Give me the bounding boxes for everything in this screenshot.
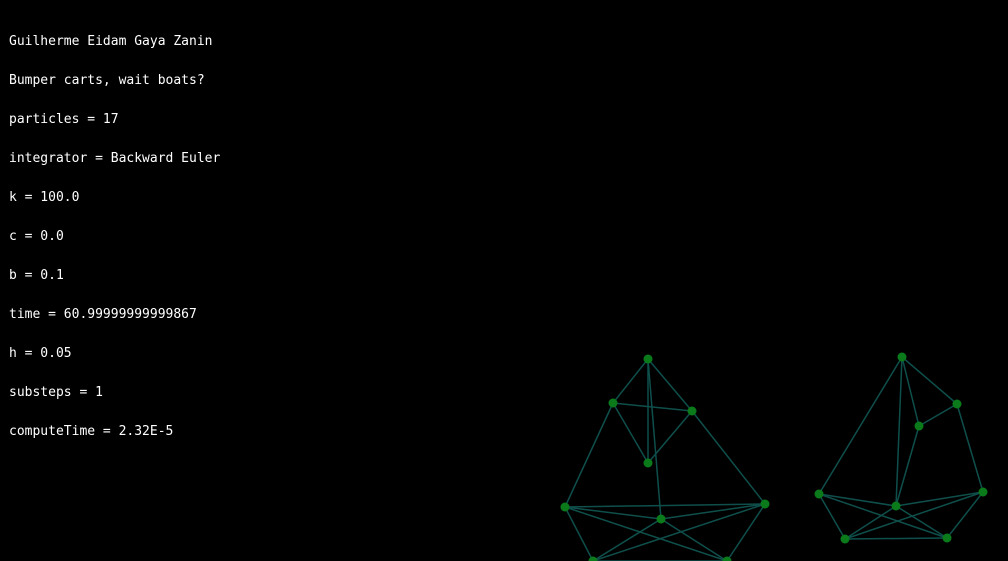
spring <box>818 493 846 540</box>
spring <box>901 356 920 427</box>
particle[interactable] <box>840 534 850 544</box>
particle[interactable] <box>897 352 907 362</box>
spring <box>691 410 766 505</box>
spring <box>895 491 984 507</box>
spring <box>564 503 766 508</box>
particles-left <box>560 354 770 561</box>
particle[interactable] <box>952 399 962 409</box>
spring <box>592 518 662 561</box>
particle[interactable] <box>760 499 770 509</box>
particle[interactable] <box>914 421 924 431</box>
spring <box>901 356 958 405</box>
particle[interactable] <box>687 406 697 416</box>
spring <box>564 506 662 520</box>
particle[interactable] <box>643 354 653 364</box>
particle[interactable] <box>978 487 988 497</box>
spring <box>895 356 903 507</box>
springs-right <box>818 356 984 540</box>
spring <box>844 537 948 540</box>
boat-left <box>560 354 770 561</box>
particle[interactable] <box>643 458 653 468</box>
spring <box>564 402 614 508</box>
particle[interactable] <box>891 501 901 511</box>
particle[interactable] <box>942 533 952 543</box>
spring <box>956 403 984 493</box>
spring <box>660 518 728 561</box>
particle[interactable] <box>814 489 824 499</box>
spring <box>612 358 649 404</box>
particle[interactable] <box>656 514 666 524</box>
spring <box>818 356 903 495</box>
simulation-canvas[interactable] <box>0 0 1008 561</box>
spring <box>918 403 958 427</box>
particle[interactable] <box>608 398 618 408</box>
particle[interactable] <box>588 556 598 561</box>
springs-left <box>564 358 766 561</box>
spring <box>647 358 693 412</box>
spring <box>818 493 897 507</box>
spring <box>647 358 662 520</box>
spring <box>612 402 649 464</box>
boat-right <box>814 352 988 544</box>
spring <box>592 503 766 561</box>
spring <box>844 491 984 540</box>
particle[interactable] <box>560 502 570 512</box>
spring <box>895 505 948 539</box>
spring <box>726 503 766 561</box>
spring <box>660 503 766 520</box>
